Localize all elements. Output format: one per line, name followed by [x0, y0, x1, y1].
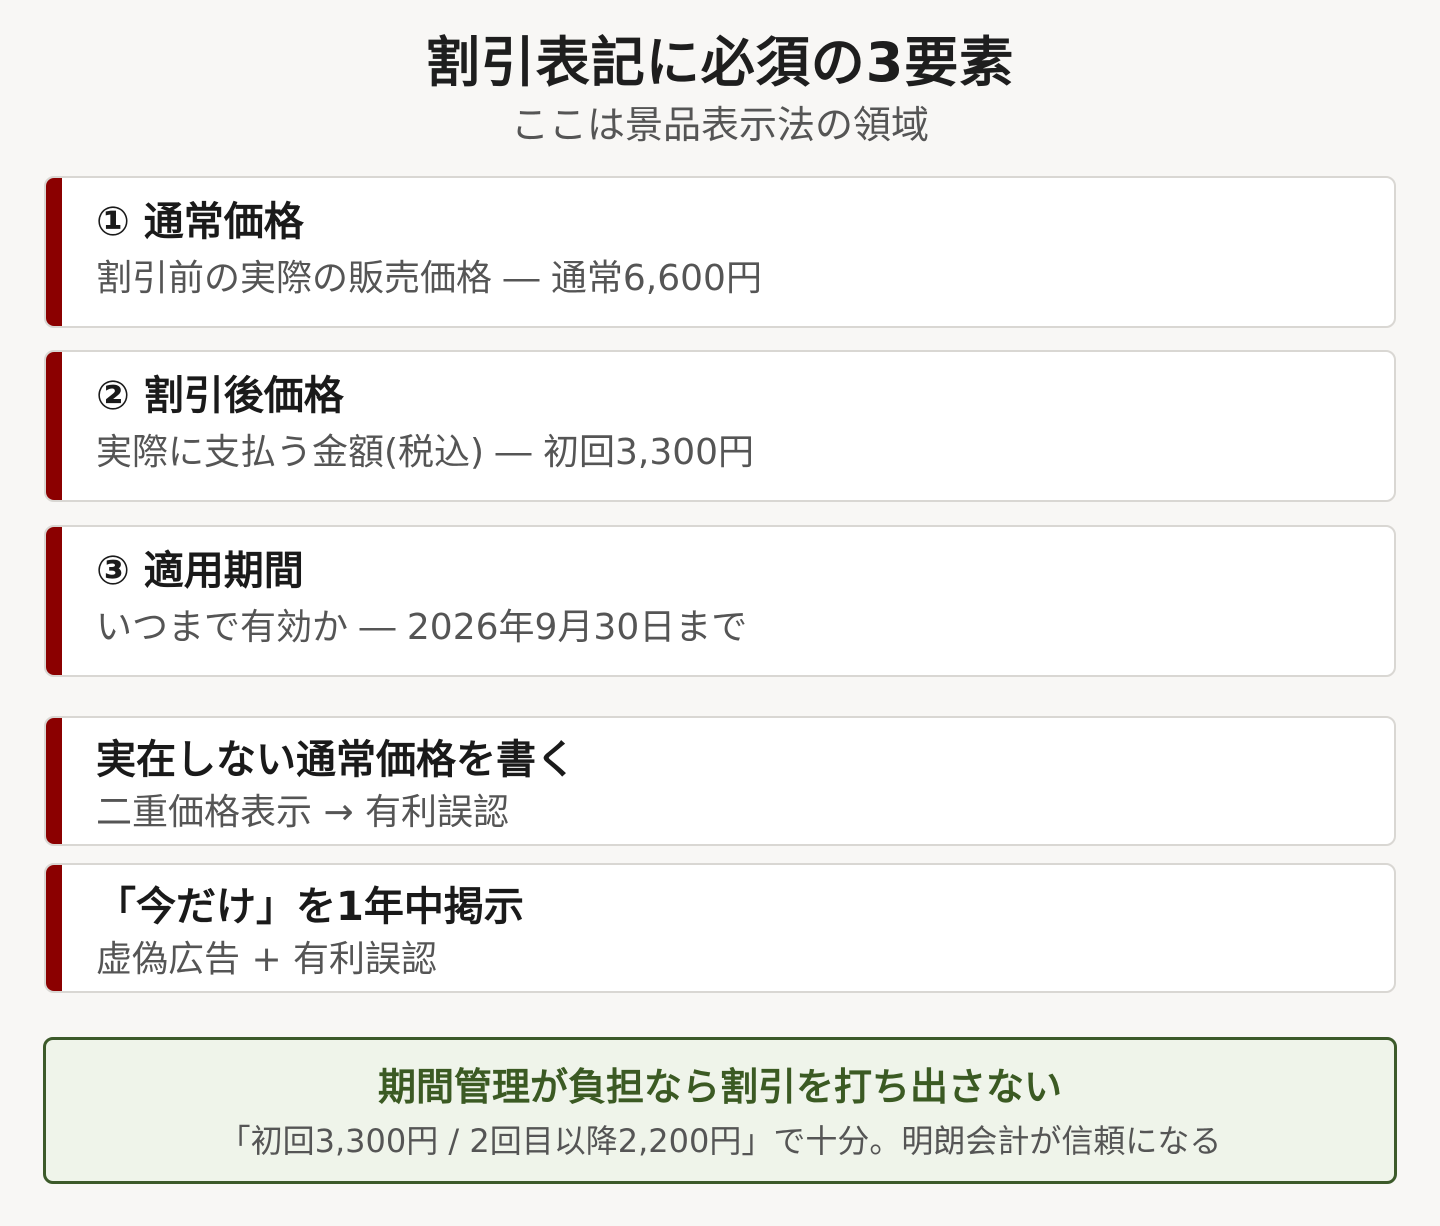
- violation-description: 二重価格表示 → 有利誤認: [96, 792, 510, 833]
- element-card-discount-price: ② 割引後価格 実際に支払う金額(税込) ― 初回3,300円: [44, 350, 1396, 502]
- page-title: 割引表記に必須の3要素: [425, 31, 1015, 94]
- element-description: 実際に支払う金額(税込) ― 初回3,300円: [96, 432, 755, 473]
- violation-heading: 「今だけ」を1年中掲示: [96, 884, 524, 930]
- violation-card-fake-price: 実在しない通常価格を書く 二重価格表示 → 有利誤認: [44, 716, 1396, 846]
- element-description: 割引前の実際の販売価格 ― 通常6,600円: [96, 258, 762, 299]
- element-card-period: ③ 適用期間 いつまで有効か ― 2026年9月30日まで: [44, 525, 1396, 677]
- conclusion-box: 期間管理が負担なら割引を打ち出さない 「初回3,300円 / 2回目以降2,20…: [43, 1037, 1397, 1184]
- page: 割引表記に必須の3要素 ここは景品表示法の領域 ① 通常価格 割引前の実際の販売…: [0, 0, 1440, 1226]
- element-heading: ② 割引後価格: [96, 373, 344, 419]
- header: 割引表記に必須の3要素 ここは景品表示法の領域: [0, 28, 1440, 150]
- element-heading: ① 通常価格: [96, 199, 304, 245]
- violation-card-limited-time: 「今だけ」を1年中掲示 虚偽広告 + 有利誤認: [44, 863, 1396, 993]
- conclusion-title: 期間管理が負担なら割引を打ち出さない: [377, 1065, 1062, 1109]
- element-card-regular-price: ① 通常価格 割引前の実際の販売価格 ― 通常6,600円: [44, 176, 1396, 328]
- element-description: いつまで有効か ― 2026年9月30日まで: [96, 607, 748, 648]
- page-subtitle: ここは景品表示法の領域: [510, 103, 929, 147]
- element-heading: ③ 適用期間: [96, 548, 304, 594]
- violation-heading: 実在しない通常価格を書く: [96, 737, 576, 783]
- conclusion-text: 「初回3,300円 / 2回目以降2,200円」で十分。明朗会計が信頼になる: [218, 1122, 1222, 1160]
- violation-description: 虚偽広告 + 有利誤認: [96, 939, 438, 980]
